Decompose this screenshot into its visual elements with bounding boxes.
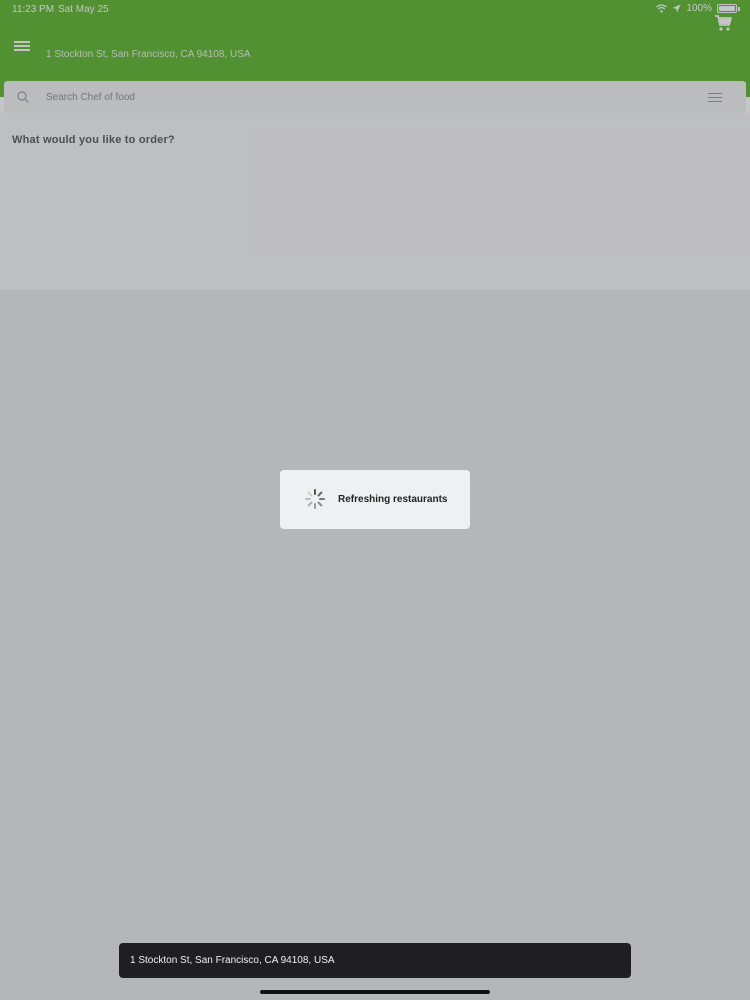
toast-text: 1 Stockton St, San Francisco, CA 94108, …	[130, 955, 335, 966]
spinner-icon	[305, 489, 325, 509]
home-indicator[interactable]	[260, 990, 490, 994]
dim-lower-area	[0, 290, 750, 1000]
address-toast: 1 Stockton St, San Francisco, CA 94108, …	[119, 943, 631, 978]
loading-dialog: Refreshing restaurants	[280, 470, 470, 529]
loading-label: Refreshing restaurants	[338, 494, 448, 505]
